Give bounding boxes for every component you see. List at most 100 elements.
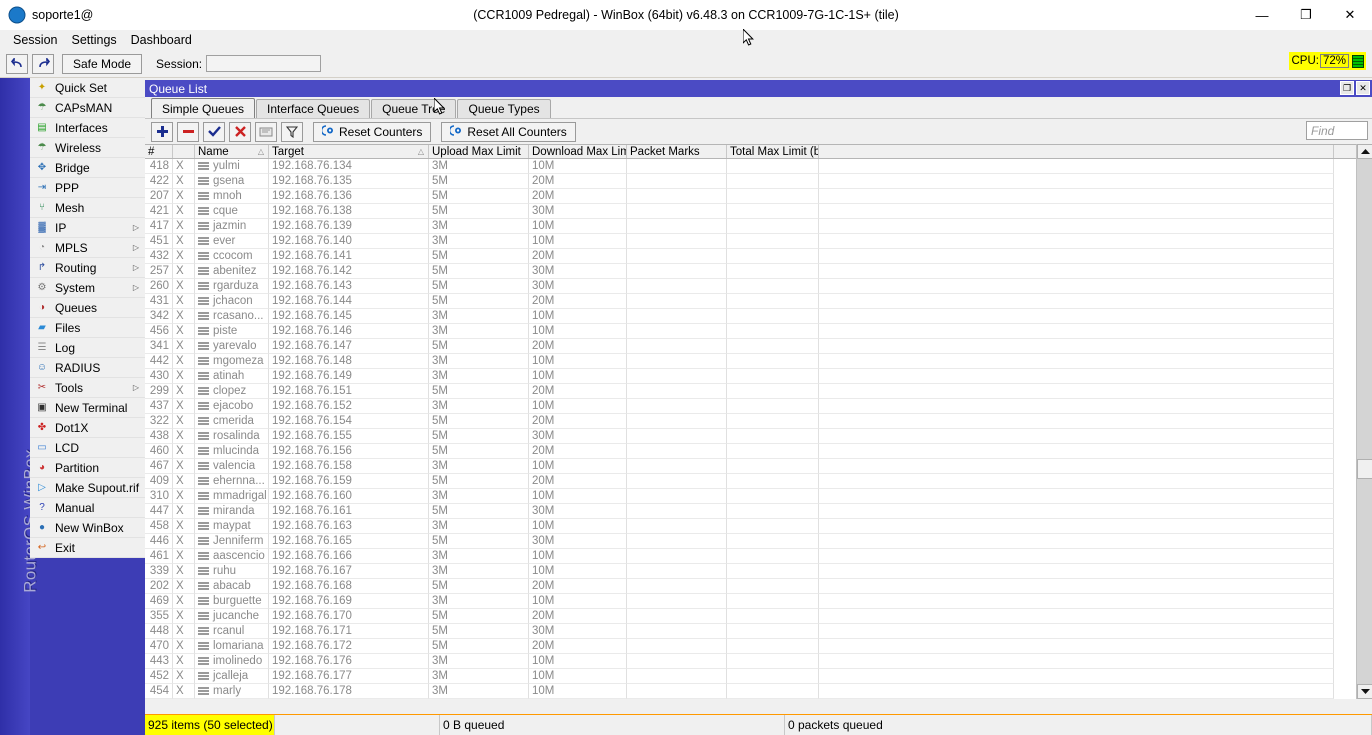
sidebar-item-wireless[interactable]: ☂Wireless (30, 138, 145, 158)
table-row[interactable]: 461Xaascencio192.168.76.1663M10M (145, 549, 1372, 564)
tab-simple-queues[interactable]: Simple Queues (151, 98, 255, 118)
sidebar-item-tools[interactable]: ✂Tools▷ (30, 378, 145, 398)
sidebar-item-new-terminal[interactable]: ▣New Terminal (30, 398, 145, 418)
sidebar-item-capsman[interactable]: ☂CAPsMAN (30, 98, 145, 118)
table-row[interactable]: 299Xclopez192.168.76.1515M20M (145, 384, 1372, 399)
table-row[interactable]: 207Xmnoh192.168.76.1365M20M (145, 189, 1372, 204)
safe-mode-button[interactable]: Safe Mode (62, 54, 142, 74)
table-row[interactable]: 257Xabenitez192.168.76.1425M30M (145, 264, 1372, 279)
table-row[interactable]: 342Xrcasano...192.168.76.1453M10M (145, 309, 1372, 324)
sidebar-item-quick-set[interactable]: ✦Quick Set (30, 78, 145, 98)
sidebar-item-files[interactable]: ▰Files (30, 318, 145, 338)
table-row[interactable]: 310Xmmadrigal192.168.76.1603M10M (145, 489, 1372, 504)
sidebar-item-make-supout-rif[interactable]: ▷Make Supout.rif (30, 478, 145, 498)
funnel-icon[interactable] (281, 122, 303, 142)
sidebar-item-mpls[interactable]: ◔MPLS▷ (30, 238, 145, 258)
table-row[interactable]: 322Xcmerida192.168.76.1545M20M (145, 414, 1372, 429)
menu-settings[interactable]: Settings (64, 31, 123, 49)
table-row[interactable]: 418Xyulmi192.168.76.1343M10M (145, 159, 1372, 174)
column-header-upload-max-limit[interactable]: Upload Max Limit (429, 145, 529, 158)
menu-session[interactable]: Session (6, 31, 64, 49)
find-input[interactable]: Find (1306, 121, 1368, 140)
table-row[interactable]: 470Xlomariana192.168.76.1725M20M (145, 639, 1372, 654)
sidebar-item-queues[interactable]: ◑Queues (30, 298, 145, 318)
cross-icon[interactable] (229, 122, 251, 142)
table-row[interactable]: 443Ximolinedo192.168.76.1763M10M (145, 654, 1372, 669)
sidebar-item-dot1x[interactable]: ✤Dot1X (30, 418, 145, 438)
check-icon[interactable] (203, 122, 225, 142)
sidebar-item-bridge[interactable]: ✥Bridge (30, 158, 145, 178)
table-row[interactable]: 469Xburguette192.168.76.1693M10M (145, 594, 1372, 609)
restore-icon[interactable]: ❐ (1284, 0, 1328, 30)
plus-icon[interactable] (151, 122, 173, 142)
table-row[interactable]: 432Xccocom192.168.76.1415M20M (145, 249, 1372, 264)
sidebar-item-ppp[interactable]: ⇥PPP (30, 178, 145, 198)
redo-arrow-icon[interactable] (32, 54, 54, 74)
sidebar-item-lcd[interactable]: ▭LCD (30, 438, 145, 458)
column-header-target[interactable]: Target△ (269, 145, 429, 158)
column-header-name[interactable]: Name△ (195, 145, 269, 158)
table-row[interactable]: 430Xatinah192.168.76.1493M10M (145, 369, 1372, 384)
restore-window-icon[interactable]: ❐ (1340, 81, 1354, 95)
table-row[interactable]: 451Xever192.168.76.1403M10M (145, 234, 1372, 249)
close-window-icon[interactable]: ✕ (1356, 81, 1370, 95)
session-input[interactable] (206, 55, 321, 72)
table-row[interactable]: 409Xehernna...192.168.76.1595M20M (145, 474, 1372, 489)
column-header-blank-1[interactable] (173, 145, 195, 158)
sidebar-item-mesh[interactable]: ⑂Mesh (30, 198, 145, 218)
sidebar-item-partition[interactable]: ◕Partition (30, 458, 145, 478)
tab-queue-types[interactable]: Queue Types (457, 99, 550, 118)
minus-icon[interactable] (177, 122, 199, 142)
table-row[interactable]: 456Xpiste192.168.76.1463M10M (145, 324, 1372, 339)
table-row[interactable]: 452Xjcalleja192.168.76.1773M10M (145, 669, 1372, 684)
table-row[interactable]: 260Xrgarduza192.168.76.1435M30M (145, 279, 1372, 294)
column-header-total-max-limit-bi[interactable]: Total Max Limit (bi... (727, 145, 819, 158)
comment-icon[interactable] (255, 122, 277, 142)
undo-arrow-icon[interactable] (6, 54, 28, 74)
sidebar-item-manual[interactable]: ?Manual (30, 498, 145, 518)
scrollbar-thumb[interactable] (1357, 459, 1372, 479)
sidebar-item-new-winbox[interactable]: ●New WinBox (30, 518, 145, 538)
table-row[interactable]: 448Xrcanul192.168.76.1715M30M (145, 624, 1372, 639)
table-row[interactable]: 417Xjazmin192.168.76.1393M10M (145, 219, 1372, 234)
sidebar-item-interfaces[interactable]: ▤Interfaces (30, 118, 145, 138)
table-row[interactable]: 460Xmlucinda192.168.76.1565M20M (145, 444, 1372, 459)
column-header-blank-8[interactable] (819, 145, 1334, 158)
sidebar-item-routing[interactable]: ↱Routing▷ (30, 258, 145, 278)
table-row[interactable]: 355Xjucanche192.168.76.1705M20M (145, 609, 1372, 624)
scroll-up-icon[interactable] (1357, 144, 1372, 159)
scroll-down-icon[interactable] (1357, 684, 1372, 699)
menu-dashboard[interactable]: Dashboard (124, 31, 199, 49)
sidebar-item-radius[interactable]: ☺RADIUS (30, 358, 145, 378)
column-header-packet-marks[interactable]: Packet Marks (627, 145, 727, 158)
table-row[interactable]: 202Xabacab192.168.76.1685M20M (145, 579, 1372, 594)
table-row[interactable]: 458Xmaypat192.168.76.1633M10M (145, 519, 1372, 534)
table-row[interactable]: 442Xmgomeza192.168.76.1483M10M (145, 354, 1372, 369)
tab-queue-tree[interactable]: Queue Tree (371, 99, 456, 118)
sidebar-item-log[interactable]: ☰Log (30, 338, 145, 358)
table-row[interactable]: 467Xvalencia192.168.76.1583M10M (145, 459, 1372, 474)
table-row[interactable]: 421Xcque192.168.76.1385M30M (145, 204, 1372, 219)
table-row[interactable]: 438Xrosalinda192.168.76.1555M30M (145, 429, 1372, 444)
close-icon[interactable]: ✕ (1328, 0, 1372, 30)
reset-all-counters-button[interactable]: Reset All Counters (441, 122, 575, 142)
table-row[interactable]: 431Xjchacon192.168.76.1445M20M (145, 294, 1372, 309)
minimize-icon[interactable]: — (1240, 0, 1284, 30)
vertical-scrollbar[interactable] (1356, 144, 1372, 699)
sidebar-item-ip[interactable]: ▓IP▷ (30, 218, 145, 238)
scrollbar-track[interactable] (1357, 159, 1372, 684)
column-header-[interactable]: # (145, 145, 173, 158)
table-row[interactable]: 447Xmiranda192.168.76.1615M30M (145, 504, 1372, 519)
table-row[interactable]: 339Xruhu192.168.76.1673M10M (145, 564, 1372, 579)
tab-interface-queues[interactable]: Interface Queues (256, 99, 370, 118)
sidebar-item-exit[interactable]: ↩Exit (30, 538, 145, 558)
table-row[interactable]: 446XJenniferm192.168.76.1655M30M (145, 534, 1372, 549)
reset-counters-button[interactable]: Reset Counters (313, 122, 431, 142)
sidebar-item-system[interactable]: ⚙System▷ (30, 278, 145, 298)
cell-target-text: 192.168.76.141 (272, 250, 352, 262)
column-header-download-max-limit[interactable]: Download Max Limit (529, 145, 627, 158)
table-row[interactable]: 454Xmarly192.168.76.1783M10M (145, 684, 1372, 699)
table-row[interactable]: 437Xejacobo192.168.76.1523M10M (145, 399, 1372, 414)
table-row[interactable]: 341Xyarevalo192.168.76.1475M20M (145, 339, 1372, 354)
table-row[interactable]: 422Xgsena192.168.76.1355M20M (145, 174, 1372, 189)
